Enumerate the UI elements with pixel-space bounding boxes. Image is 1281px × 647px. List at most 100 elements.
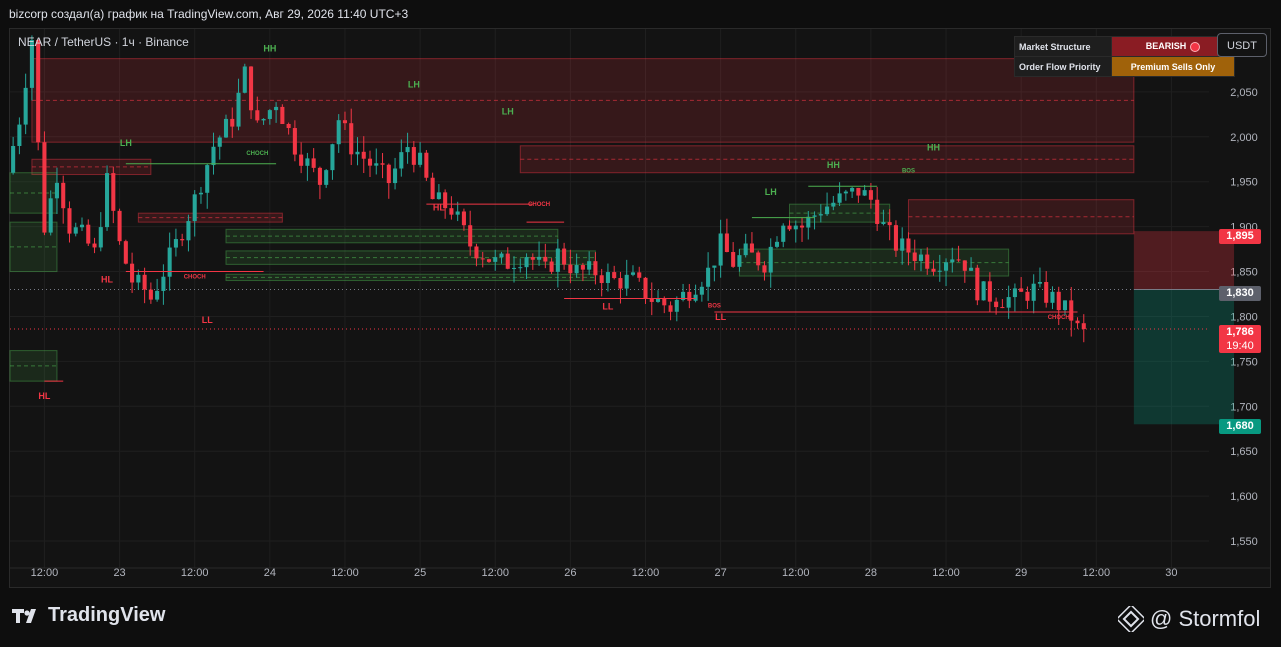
candle-body: [818, 214, 823, 216]
order-flow-key: Order Flow Priority: [1014, 56, 1112, 77]
candle-body: [173, 239, 178, 248]
y-tick-label: 1,700: [1230, 401, 1258, 413]
bearish-text: BEARISH: [1145, 41, 1187, 52]
tradingview-logo[interactable]: TradingView: [12, 604, 165, 627]
candle-body: [737, 255, 742, 267]
x-tick-label: 26: [564, 567, 576, 579]
candle-body: [380, 163, 385, 165]
structure-label: LL: [602, 301, 613, 311]
candle-body: [192, 194, 197, 222]
price-tag-stop: 1,895: [1219, 229, 1261, 244]
candle-body: [1075, 320, 1080, 324]
candle-body: [768, 246, 773, 273]
bearish-dot-icon: [1190, 41, 1201, 52]
price-tag-current: 1,786 19:40: [1219, 325, 1261, 353]
author-name: @ Stormfol: [1150, 606, 1261, 631]
candle-body: [136, 274, 141, 283]
structure-label: CHOCH: [246, 151, 268, 157]
candle-body: [756, 252, 761, 266]
candle-body: [211, 146, 216, 166]
candle-body: [593, 261, 598, 276]
candle-body: [900, 238, 905, 251]
candle-body: [198, 192, 203, 195]
current-price-value: 1,786: [1226, 326, 1254, 338]
candle-body: [743, 243, 748, 256]
candle-body: [424, 152, 429, 178]
candle-body: [261, 118, 266, 121]
candle-body: [1037, 281, 1042, 284]
price-chart[interactable]: 2,0502,0001,9501,9001,8501,8001,7501,700…: [9, 28, 1271, 588]
candle-body: [299, 154, 304, 166]
candle-body: [587, 261, 592, 270]
candle-body: [367, 158, 373, 166]
y-tick-label: 1,600: [1230, 491, 1258, 503]
candle-body: [361, 151, 366, 159]
candle-body: [537, 256, 542, 260]
candle-body: [242, 66, 247, 93]
x-tick-label: 12:00: [632, 567, 660, 579]
y-tick-label: 1,800: [1230, 311, 1258, 323]
candle-body: [374, 163, 379, 166]
candle-body: [518, 267, 523, 269]
candle-body: [893, 225, 898, 251]
tradingview-logo-icon: [12, 608, 36, 623]
candle-body: [599, 275, 604, 283]
candle-body: [73, 227, 78, 234]
candle-body: [436, 192, 441, 200]
candle-body: [950, 259, 955, 263]
candle-body: [430, 177, 435, 200]
candle-body: [1069, 300, 1074, 321]
top-caption-bar: bizcorp создал(a) график на TradingView.…: [0, 0, 1281, 28]
candle-body: [267, 110, 272, 119]
candle-body: [236, 92, 241, 127]
candle-body: [468, 225, 473, 247]
candle-body: [142, 274, 147, 290]
candle-body: [386, 164, 391, 184]
candle-body: [98, 227, 103, 248]
candle-body: [718, 233, 723, 266]
x-tick-label: 12:00: [331, 567, 359, 579]
candle-body: [981, 281, 986, 301]
candle-body: [812, 215, 817, 217]
price-tag-entry-value: 1,830: [1226, 287, 1254, 299]
candle-body: [580, 265, 585, 270]
candle-body: [624, 274, 629, 289]
candle-body: [349, 123, 354, 155]
candle-body: [449, 208, 454, 215]
structure-label: HL: [433, 202, 445, 212]
structure-label: BOS: [902, 169, 915, 175]
candle-body: [868, 190, 873, 200]
candle-body: [655, 298, 661, 302]
candle-body: [724, 233, 729, 253]
structure-label: HL: [101, 274, 113, 284]
structure-label: CHOCH: [1048, 315, 1070, 321]
candle-body: [186, 221, 191, 241]
y-tick-label: 2,000: [1230, 132, 1258, 144]
order-flow-value: Premium Sells Only: [1111, 56, 1235, 77]
x-tick-label: 12:00: [181, 567, 209, 579]
symbol-info[interactable]: NEAR / TetherUS · 1ч · Binance: [18, 35, 189, 49]
x-tick-label: 25: [414, 567, 426, 579]
candle-body: [11, 145, 16, 173]
structure-label: CHOCH: [528, 202, 550, 208]
market-structure-row: Market Structure BEARISH: [1014, 36, 1235, 57]
candle-body: [862, 190, 867, 196]
candle-body: [856, 187, 861, 196]
y-tick-label: 1,750: [1230, 356, 1258, 368]
y-tick-label: 1,550: [1230, 536, 1258, 548]
candle-body: [461, 211, 466, 226]
price-tag-target-value: 1,680: [1226, 420, 1254, 432]
candle-body: [693, 294, 698, 301]
candle-body: [731, 252, 736, 267]
candle-body: [806, 216, 811, 228]
candle-body: [1081, 323, 1086, 330]
candle-body: [762, 265, 767, 273]
candle-body: [912, 252, 917, 261]
y-tick-label: 1,650: [1230, 446, 1258, 458]
candle-body: [605, 272, 610, 283]
candle-body: [167, 247, 172, 277]
candle-body: [1025, 291, 1030, 301]
candle-body: [1006, 297, 1011, 308]
candle-body: [643, 277, 648, 299]
currency-button[interactable]: USDT: [1217, 33, 1267, 57]
